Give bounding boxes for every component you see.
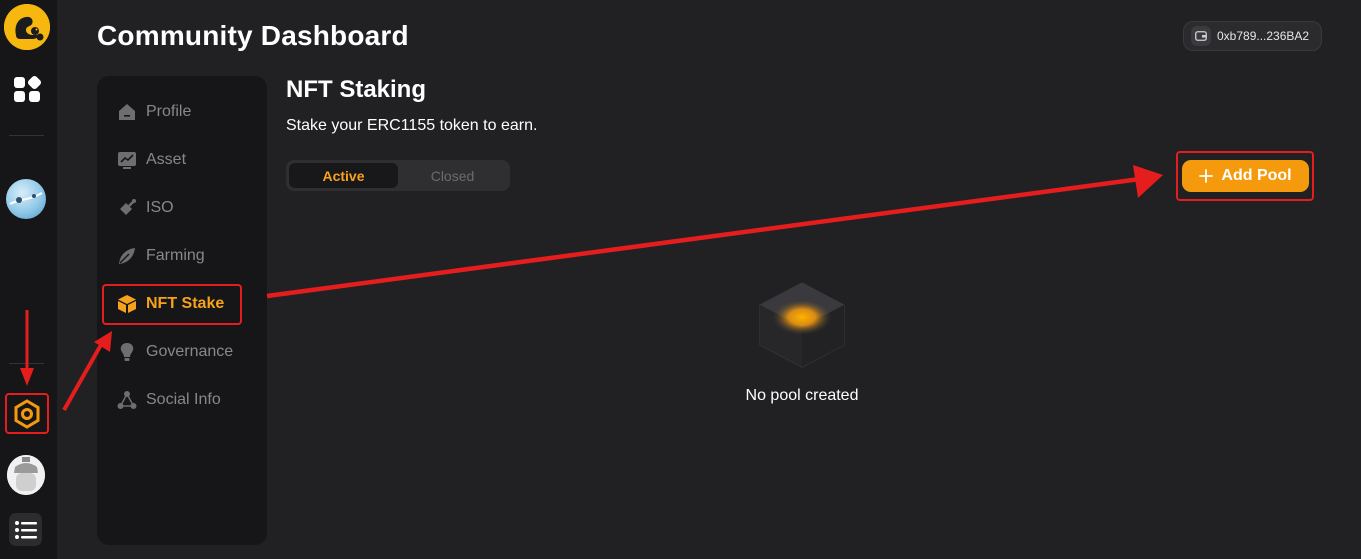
community-image-icon (9, 192, 43, 205)
wallet-icon (1191, 26, 1211, 46)
sidebar-item-label: Profile (146, 103, 192, 120)
page-title: Community Dashboard (97, 20, 409, 51)
leaf-icon (117, 246, 137, 266)
sidebar-item-asset[interactable]: Asset (117, 145, 186, 175)
tab-closed[interactable]: Closed (398, 163, 507, 188)
sidebar-item-label: Social Info (146, 391, 221, 408)
user-avatar[interactable] (7, 455, 45, 495)
sidebar-item-profile[interactable]: Profile (117, 97, 191, 127)
empty-state-text: No pool created (745, 387, 859, 404)
section-title: NFT Staking (286, 76, 427, 103)
empty-box-icon (758, 281, 846, 369)
user-avatar-icon (7, 455, 45, 495)
sidebar-item-farming[interactable]: Farming (117, 241, 205, 271)
sidebar-item-label: Asset (146, 151, 187, 168)
annotation-highlight-dashboard (5, 393, 49, 434)
community-avatar[interactable] (6, 179, 46, 219)
sidebar-item-label: Governance (146, 343, 234, 360)
annotation-highlight-nft-stake (102, 284, 242, 325)
rail-divider (9, 363, 44, 364)
share-icon (117, 390, 137, 410)
squirrel-icon (4, 4, 50, 50)
sidebar-item-social-info[interactable]: Social Info (117, 385, 221, 415)
sidebar-item-label: Farming (146, 247, 205, 264)
chart-icon (117, 150, 137, 170)
wallet-address: 0xb789...236BA2 (1217, 29, 1310, 43)
app-rail (0, 0, 57, 559)
app-logo[interactable] (4, 4, 50, 50)
sidebar-item-label: ISO (146, 199, 174, 216)
apps-grid-icon[interactable] (10, 72, 43, 105)
shovel-icon (117, 198, 137, 218)
menu-list-icon[interactable] (9, 513, 42, 546)
annotation-arrowhead (1133, 165, 1163, 198)
tab-active[interactable]: Active (289, 163, 398, 188)
sidebar-item-governance[interactable]: Governance (117, 337, 233, 367)
bulb-icon (117, 342, 137, 362)
annotation-arrow-long (266, 176, 1141, 299)
sidebar-item-iso[interactable]: ISO (117, 193, 174, 223)
rail-divider (9, 135, 44, 136)
house-icon (117, 102, 137, 122)
section-subtitle: Stake your ERC1155 token to earn. (286, 117, 538, 134)
pool-status-tabs: Active Closed (286, 160, 510, 191)
annotation-highlight-add-pool (1176, 151, 1314, 201)
wallet-button[interactable]: 0xb789...236BA2 (1183, 21, 1322, 51)
